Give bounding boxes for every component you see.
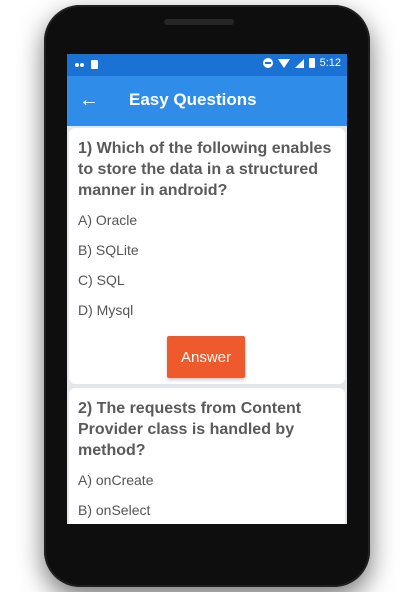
screen: 5:12 ← Easy Questions 1) Which of the fo… bbox=[67, 54, 347, 524]
status-left bbox=[75, 58, 98, 70]
do-not-disturb-icon bbox=[262, 58, 273, 68]
app-bar: ← Easy Questions bbox=[67, 76, 347, 126]
cell-signal-icon bbox=[294, 58, 304, 68]
sd-card-icon bbox=[91, 59, 98, 69]
status-right: 5:12 bbox=[262, 57, 341, 69]
option-b: B) onSelect bbox=[78, 502, 151, 518]
option-c: C) SQL bbox=[78, 272, 125, 288]
battery-icon bbox=[308, 58, 315, 68]
status-bar: 5:12 bbox=[67, 54, 347, 76]
notification-dots-icon bbox=[75, 58, 85, 70]
question-text: 2) The requests from Content Provider cl… bbox=[78, 400, 302, 459]
option-b: B) SQLite bbox=[78, 242, 139, 258]
arrow-back-icon[interactable]: ← bbox=[79, 88, 99, 112]
option-d: D) Mysql bbox=[78, 302, 134, 318]
page-title: Easy Questions bbox=[129, 90, 257, 109]
option-a: A) Oracle bbox=[78, 212, 138, 228]
question-card: 1) Which of the following enables to sto… bbox=[69, 128, 345, 384]
question-card: 2) The requests from Content Provider cl… bbox=[69, 388, 345, 524]
status-time: 5:12 bbox=[319, 57, 341, 69]
option-a: A) onCreate bbox=[78, 472, 154, 488]
question-text: 1) Which of the following enables to sto… bbox=[78, 140, 332, 199]
wifi-icon bbox=[277, 58, 290, 68]
answer-button[interactable]: Answer bbox=[167, 336, 245, 378]
